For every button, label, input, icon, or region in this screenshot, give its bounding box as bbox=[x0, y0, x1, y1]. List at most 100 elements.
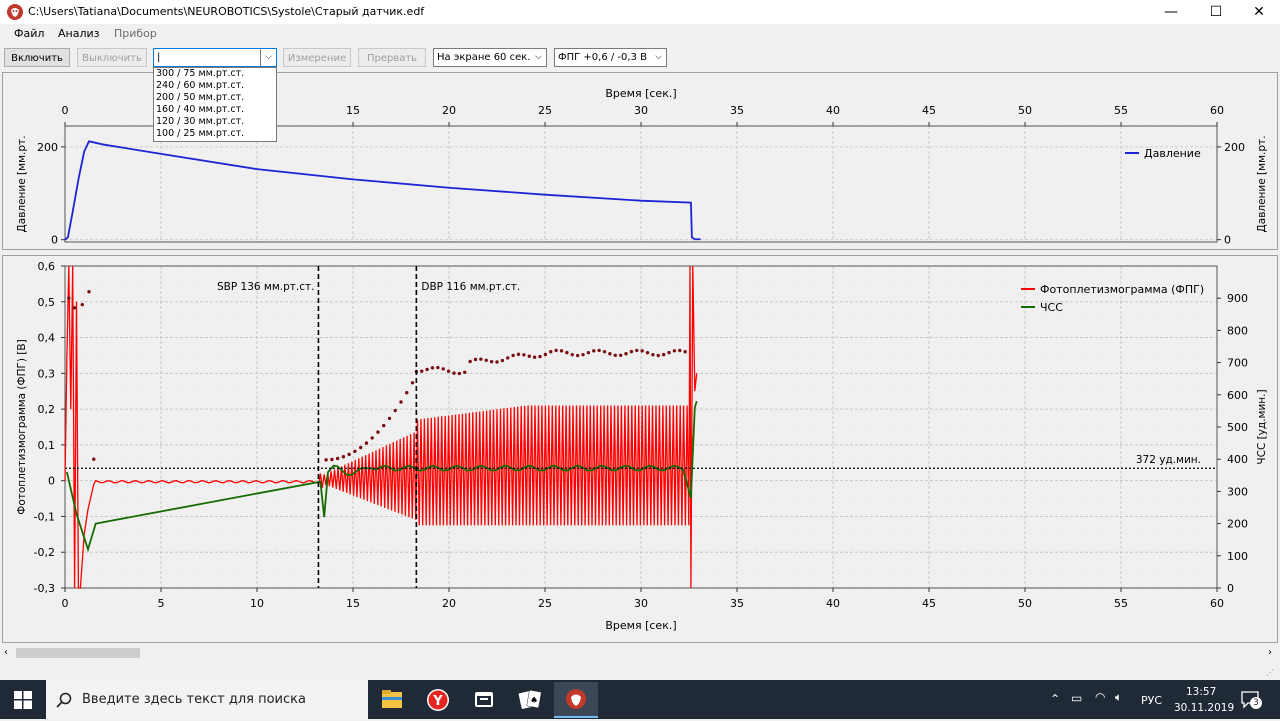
x-axis-label: Время [сек.] bbox=[605, 619, 676, 632]
solitaire-icon[interactable]: ♠ bbox=[508, 682, 552, 718]
hr-point bbox=[629, 349, 634, 354]
yandex-browser-icon[interactable]: Y bbox=[416, 682, 460, 718]
dbp-marker-label: DBP 116 мм.рт.ст. bbox=[421, 281, 520, 293]
scroll-left-icon[interactable]: ‹ bbox=[4, 647, 8, 658]
hr-point bbox=[554, 348, 558, 353]
notification-icon[interactable]: 3 bbox=[1240, 688, 1262, 710]
x-tick-label: 20 bbox=[442, 104, 456, 117]
hr-point bbox=[549, 350, 553, 354]
wifi-icon[interactable]: ◠ bbox=[1095, 690, 1105, 704]
close-button[interactable]: ✕ bbox=[1236, 0, 1280, 24]
tray-chevron-up-icon[interactable]: ⌃ bbox=[1050, 692, 1060, 706]
hr-point bbox=[651, 353, 655, 357]
hr-point bbox=[559, 349, 564, 353]
minimize-button[interactable]: — bbox=[1148, 0, 1194, 24]
hr-point bbox=[516, 352, 521, 356]
maximize-button[interactable]: ☐ bbox=[1193, 0, 1239, 24]
hr-point bbox=[452, 371, 456, 375]
menu-analysis[interactable]: Анализ bbox=[58, 27, 100, 40]
hr-point bbox=[667, 350, 671, 355]
x-tick-label: 50 bbox=[1018, 597, 1032, 610]
chevron-down-icon: ⌵ bbox=[655, 52, 662, 62]
turn-off-button[interactable]: Выключить bbox=[77, 48, 147, 67]
hr-point bbox=[399, 400, 403, 404]
y-tick-label-left: 0,3 bbox=[38, 367, 56, 380]
cuff-range-select[interactable]: | ⌵ bbox=[153, 48, 277, 67]
x-tick-label: 40 bbox=[826, 104, 840, 117]
hr-point bbox=[457, 371, 462, 376]
scrollbar-thumb[interactable] bbox=[16, 648, 140, 658]
y-tick-label-left: 0,1 bbox=[38, 439, 56, 452]
hr-point bbox=[608, 352, 612, 356]
hr-point bbox=[393, 408, 397, 413]
y-tick-label-left: 0 bbox=[51, 234, 58, 247]
scroll-right-icon[interactable]: › bbox=[1268, 647, 1272, 658]
hr-point bbox=[473, 357, 478, 362]
measure-button[interactable]: Измерение bbox=[283, 48, 351, 67]
screen-duration-select[interactable]: На экране 60 сек. ⌵ bbox=[433, 48, 547, 67]
y-tick-label-left: 200 bbox=[37, 141, 58, 154]
resize-grip-icon[interactable]: ⋰ bbox=[1266, 668, 1274, 677]
legend-hr-label: ЧСС bbox=[1040, 301, 1063, 314]
hr-point bbox=[410, 381, 415, 385]
turn-on-button[interactable]: Включить bbox=[4, 48, 70, 67]
x-tick-label: 15 bbox=[346, 597, 360, 610]
abort-button[interactable]: Прервать bbox=[358, 48, 426, 67]
app-window-icon[interactable] bbox=[462, 682, 506, 718]
svg-text:♠: ♠ bbox=[530, 696, 538, 706]
hr-point bbox=[532, 355, 537, 359]
hr-point bbox=[425, 367, 429, 372]
tray-device-icon[interactable]: ▭ bbox=[1071, 691, 1082, 705]
hr-point bbox=[387, 416, 392, 421]
y-tick-label-right: 300 bbox=[1227, 485, 1248, 498]
x-tick-label: 55 bbox=[1114, 597, 1128, 610]
hr-point bbox=[656, 353, 660, 358]
sbp-marker-label: SBP 136 мм.рт.ст. bbox=[217, 281, 314, 293]
language-indicator[interactable]: РУС bbox=[1141, 694, 1162, 707]
cuff-option[interactable]: 200 / 50 мм.рт.ст. bbox=[154, 92, 276, 104]
y-tick-label-left: -0,1 bbox=[34, 510, 55, 523]
cuff-option[interactable]: 160 / 40 мм.рт.ст. bbox=[154, 104, 276, 116]
clock-time[interactable]: 13:57 bbox=[1186, 686, 1216, 698]
y-tick-label-right: 900 bbox=[1227, 292, 1248, 305]
systole-app-icon[interactable] bbox=[554, 682, 598, 718]
ppg-chart: 0 5 10 15 20 25 30 35 40 45 50 55 60 0,6 0,5 0,4 0,3 0,2 0… bbox=[16, 260, 1268, 632]
taskbar-search[interactable]: Введите здесь текст для поиска bbox=[46, 680, 368, 719]
x-axis-label: Время [сек.] bbox=[605, 87, 676, 100]
cuff-option[interactable]: 120 / 30 мм.рт.ст. bbox=[154, 116, 276, 128]
hr-point bbox=[382, 423, 386, 428]
hr-point bbox=[592, 349, 596, 353]
menu-file[interactable]: Файл bbox=[14, 27, 44, 40]
windows-start-icon[interactable] bbox=[14, 691, 32, 709]
hr-point bbox=[575, 353, 580, 358]
x-tick-label: 10 bbox=[250, 597, 264, 610]
hr-point bbox=[72, 306, 77, 310]
x-tick-label: 25 bbox=[538, 104, 552, 117]
x-tick-label: 45 bbox=[922, 104, 936, 117]
notification-count: 3 bbox=[1250, 697, 1262, 709]
clock-date[interactable]: 30.11.2019 bbox=[1174, 702, 1234, 714]
hr-point bbox=[522, 353, 526, 357]
cuff-option[interactable]: 100 / 25 мм.рт.ст. bbox=[154, 128, 276, 140]
menu-device[interactable]: Прибор bbox=[114, 27, 157, 40]
x-tick-label: 35 bbox=[730, 104, 744, 117]
x-tick-label: 30 bbox=[634, 597, 648, 610]
x-tick-label: 30 bbox=[634, 104, 648, 117]
hr-point bbox=[511, 353, 515, 358]
menu-bar: Файл Анализ Прибор bbox=[0, 24, 1280, 44]
volume-icon[interactable]: 🔈︎ bbox=[1115, 690, 1122, 705]
cuff-option[interactable]: 240 / 60 мм.рт.ст. bbox=[154, 80, 276, 92]
y-tick-label-right: 700 bbox=[1227, 357, 1248, 370]
hr-point bbox=[624, 352, 628, 356]
y-tick-label-left: 0,2 bbox=[38, 403, 56, 416]
file-explorer-icon[interactable] bbox=[370, 682, 414, 718]
y-tick-label-right: 600 bbox=[1227, 389, 1248, 402]
hr-point bbox=[92, 457, 96, 461]
horizontal-scrollbar[interactable]: ‹ › bbox=[0, 645, 1280, 661]
cuff-option[interactable]: 300 / 75 мм.рт.ст. bbox=[154, 68, 276, 80]
ppg-range-select[interactable]: ФПГ +0,6 / -0,3 В ⌵ bbox=[554, 48, 667, 67]
hr-point bbox=[364, 441, 369, 445]
x-tick-label: 0 bbox=[62, 104, 69, 117]
x-tick-label: 5 bbox=[158, 597, 165, 610]
x-tick-label: 20 bbox=[442, 597, 456, 610]
